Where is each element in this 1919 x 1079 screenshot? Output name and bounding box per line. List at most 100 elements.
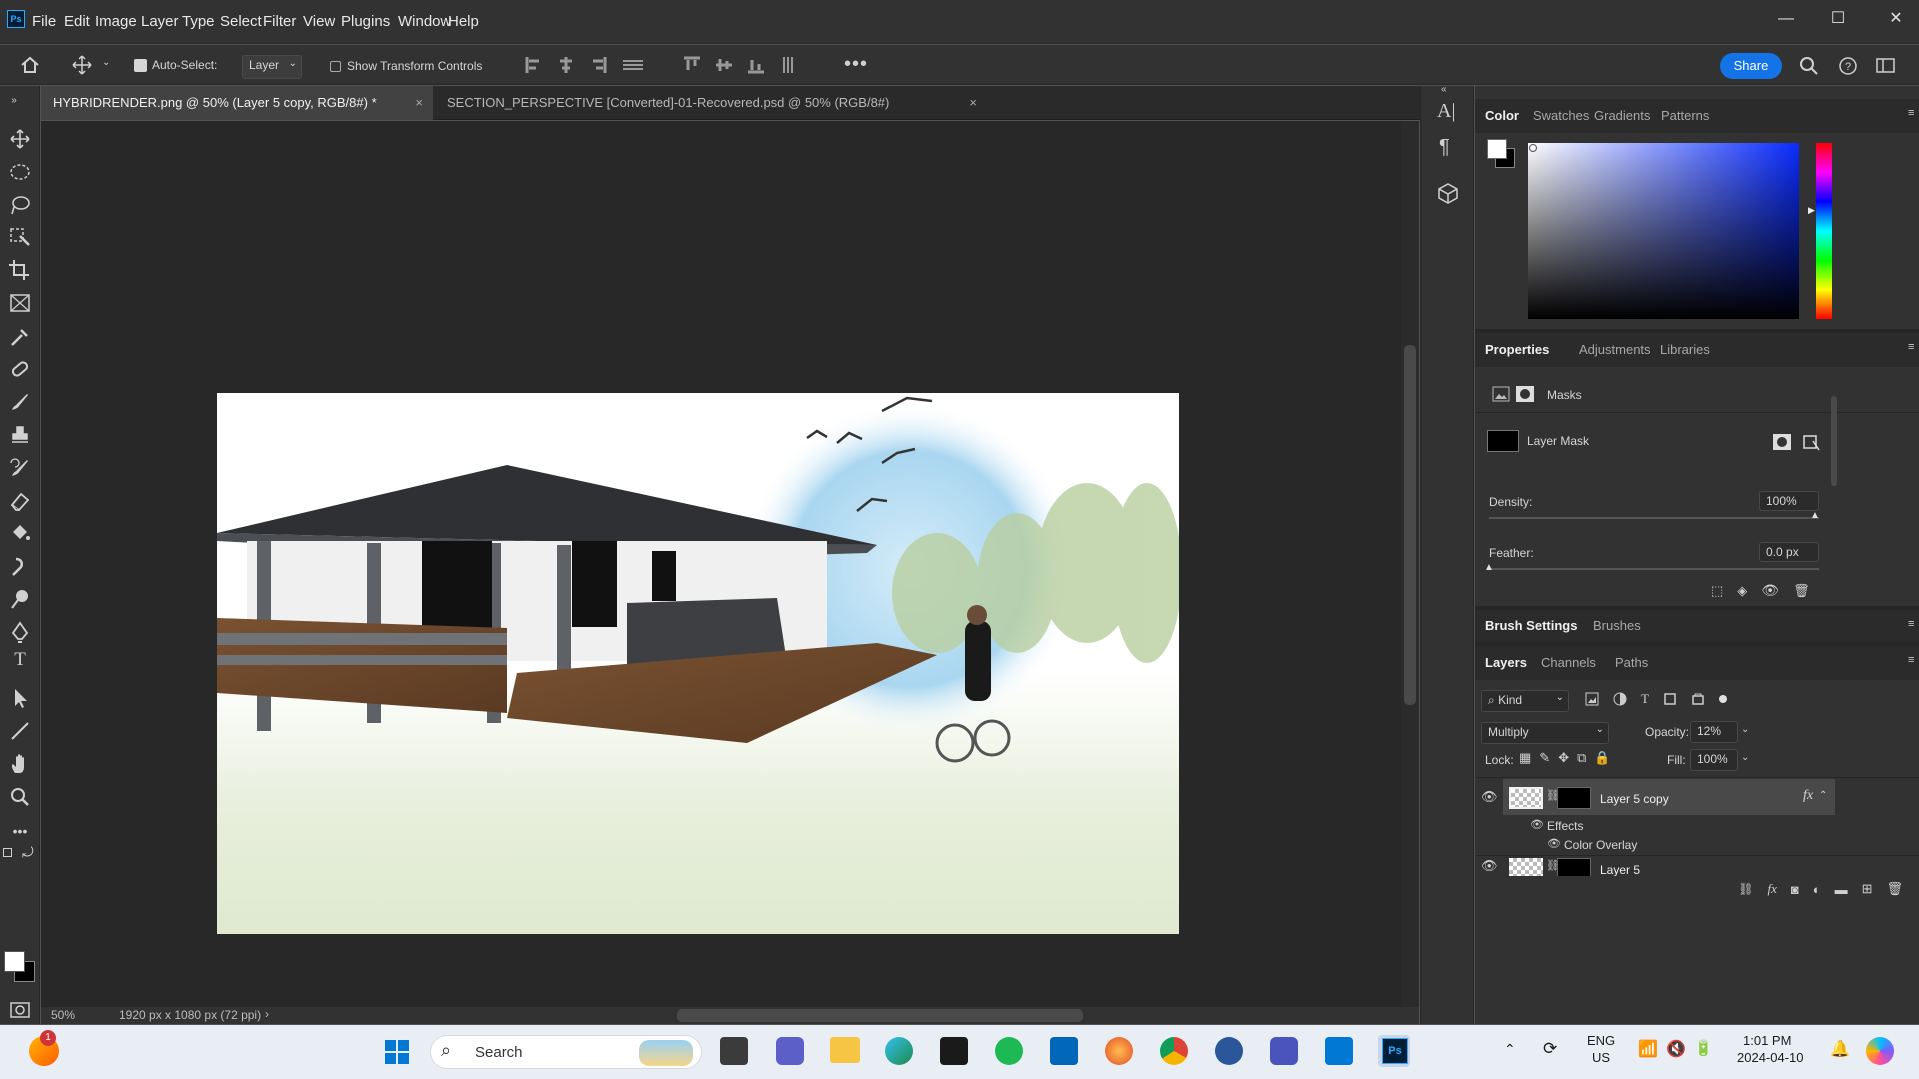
crop-tool-icon[interactable] xyxy=(8,259,32,281)
feather-slider-track[interactable] xyxy=(1489,568,1819,570)
properties-scroll-thumb[interactable] xyxy=(1831,396,1837,486)
feather-field[interactable]: 0.0 px xyxy=(1759,542,1819,562)
zoom-tool-icon[interactable] xyxy=(8,786,32,808)
menu-select[interactable]: Select xyxy=(220,13,262,30)
quick-mask-icon[interactable] xyxy=(8,999,32,1021)
task-view-icon[interactable] xyxy=(720,1037,748,1065)
visibility-icon[interactable]: 👁 xyxy=(1481,858,1498,874)
clone-stamp-tool-icon[interactable] xyxy=(8,424,32,446)
distribute-icon[interactable] xyxy=(620,55,646,75)
layer-mask-thumbnail[interactable] xyxy=(1487,430,1519,452)
help-icon[interactable]: ? xyxy=(1838,56,1858,76)
region-indicator[interactable]: US xyxy=(1592,1050,1610,1065)
type-tool-icon[interactable]: T xyxy=(8,649,32,671)
smart-object-filter-icon[interactable] xyxy=(1691,692,1705,706)
adjustment-layer-filter-icon[interactable] xyxy=(1613,692,1627,706)
effect-name[interactable]: Color Overlay xyxy=(1564,838,1637,852)
layer-fx-badge[interactable]: fx xyxy=(1803,788,1813,804)
close-icon[interactable]: × xyxy=(415,86,423,120)
microsoft-store-icon[interactable] xyxy=(1050,1037,1078,1065)
opacity-field[interactable]: 12% xyxy=(1690,721,1738,743)
more-tools-icon[interactable]: ••• xyxy=(8,820,32,842)
add-pixel-mask-icon[interactable] xyxy=(1772,433,1792,451)
hue-slider[interactable] xyxy=(1816,143,1832,319)
object-selection-tool-icon[interactable] xyxy=(8,226,32,248)
layer-name[interactable]: Layer 5 copy xyxy=(1600,792,1669,806)
paragraph-panel-icon[interactable]: ¶ xyxy=(1439,136,1450,159)
shape-layer-filter-icon[interactable] xyxy=(1663,692,1677,706)
close-window-button[interactable]: ✕ xyxy=(1884,8,1908,32)
swap-colors-icon[interactable]: ⤾ xyxy=(22,844,34,861)
eraser-tool-icon[interactable] xyxy=(8,490,32,512)
align-left-icon[interactable] xyxy=(524,55,544,75)
foreground-color-swatch[interactable] xyxy=(4,951,25,972)
chevron-down-icon[interactable]: ⌄ xyxy=(102,57,110,68)
frame-tool-icon[interactable] xyxy=(8,292,32,314)
chevron-up-icon[interactable]: ⌃ xyxy=(1819,790,1827,801)
panel-menu-icon[interactable]: ≡ xyxy=(1908,618,1914,630)
healing-brush-tool-icon[interactable] xyxy=(8,358,32,380)
notifications-bell-icon[interactable]: 🔔 xyxy=(1830,1039,1850,1059)
fx-icon[interactable]: fx xyxy=(1767,881,1776,897)
panel-menu-icon[interactable]: ≡ xyxy=(1908,341,1914,353)
photoshop-taskbar-icon[interactable]: Ps xyxy=(1382,1038,1408,1064)
panel-menu-icon[interactable]: ≡ xyxy=(1908,654,1914,666)
fill-field[interactable]: 100% xyxy=(1690,749,1738,771)
battery-icon[interactable]: 🔋 xyxy=(1694,1039,1713,1057)
tab-gradients[interactable]: Gradients xyxy=(1594,99,1650,133)
path-selection-tool-icon[interactable] xyxy=(8,687,32,709)
workspace-icon[interactable] xyxy=(1875,56,1897,76)
menu-view[interactable]: View xyxy=(303,13,335,30)
tab-properties[interactable]: Properties xyxy=(1485,333,1549,367)
density-slider-track[interactable] xyxy=(1489,517,1819,519)
add-vector-mask-icon[interactable] xyxy=(1801,433,1821,451)
tab-color[interactable]: Color xyxy=(1485,99,1519,133)
visibility-icon[interactable]: 👁 xyxy=(1481,789,1498,805)
align-middle-icon[interactable] xyxy=(714,55,734,75)
density-field[interactable]: 100% xyxy=(1759,491,1819,511)
paint-bucket-tool-icon[interactable] xyxy=(8,522,32,544)
horizontal-scroll-thumb[interactable] xyxy=(677,1009,1083,1022)
firefox-icon[interactable] xyxy=(1105,1037,1133,1065)
add-mask-icon[interactable]: ◙ xyxy=(1791,882,1799,897)
lock-all-icon[interactable]: 🔒 xyxy=(1594,750,1610,766)
sketchup-icon[interactable] xyxy=(1215,1037,1243,1065)
menu-edit[interactable]: Edit xyxy=(64,13,90,30)
tab-section-perspective[interactable]: SECTION_PERSPECTIVE [Converted]-01-Recov… xyxy=(435,86,987,120)
tab-libraries[interactable]: Libraries xyxy=(1660,333,1710,367)
outlook-icon[interactable] xyxy=(1325,1037,1353,1065)
pixel-layer-filter-icon[interactable] xyxy=(1585,692,1599,706)
apply-mask-icon[interactable]: ◈ xyxy=(1737,583,1747,599)
layer-thumbnail[interactable] xyxy=(1509,787,1543,809)
visibility-icon[interactable]: 👁 xyxy=(1547,837,1561,850)
sync-icon[interactable]: ⟳ xyxy=(1543,1039,1557,1059)
history-brush-tool-icon[interactable] xyxy=(8,457,32,479)
zoom-level[interactable]: 50% xyxy=(51,1008,75,1022)
maximize-button[interactable]: ☐ xyxy=(1826,8,1850,32)
tab-layers[interactable]: Layers xyxy=(1485,646,1527,680)
menu-window[interactable]: Window xyxy=(398,13,451,30)
align-right-icon[interactable] xyxy=(588,55,608,75)
lock-transparent-icon[interactable]: ▦ xyxy=(1519,750,1531,766)
menu-type[interactable]: Type xyxy=(182,13,215,30)
lock-artboard-icon[interactable]: ⧉ xyxy=(1577,750,1586,766)
filter-toggle-icon[interactable] xyxy=(1718,695,1727,703)
align-top-icon[interactable] xyxy=(682,55,702,75)
color-picker-handle[interactable] xyxy=(1529,144,1537,152)
tab-paths[interactable]: Paths xyxy=(1615,646,1648,680)
hand-tool-icon[interactable] xyxy=(8,753,32,775)
clock-date[interactable]: 2024-04-10 xyxy=(1737,1050,1804,1065)
load-selection-icon[interactable]: ⬚ xyxy=(1711,583,1723,599)
spotify-icon[interactable] xyxy=(995,1037,1023,1065)
layer-mask-thumbnail[interactable] xyxy=(1557,858,1591,878)
share-button[interactable]: Share xyxy=(1720,53,1782,79)
tab-channels[interactable]: Channels xyxy=(1541,646,1596,680)
rhino-icon[interactable] xyxy=(940,1037,968,1065)
menu-plugins[interactable]: Plugins xyxy=(341,13,390,30)
menu-layer[interactable]: Layer xyxy=(141,13,179,30)
image-icon[interactable] xyxy=(1492,386,1510,402)
adjustment-layer-icon[interactable]: ◐ xyxy=(1813,882,1821,897)
trash-icon[interactable]: 🗑 xyxy=(1886,881,1903,897)
search-icon[interactable] xyxy=(1799,56,1819,76)
color-field[interactable] xyxy=(1528,143,1799,319)
